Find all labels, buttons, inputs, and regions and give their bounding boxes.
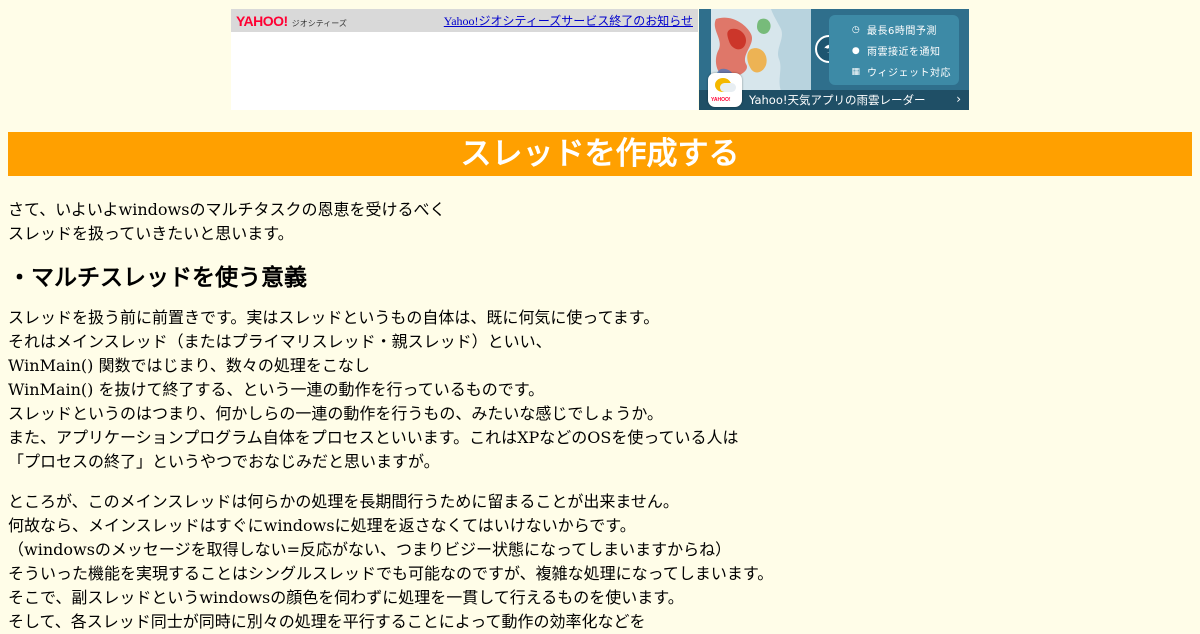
text-line: さて、いよいよwindowsのマルチタスクの恩恵を受けるべく [8, 200, 446, 219]
feature-widget: ▦ ウィジェット対応 [829, 61, 959, 82]
feature-label: ウィジェット対応 [867, 68, 951, 79]
section-paragraph-2: ところが、このメインスレッドは何らかの処理を長期間行うために留まることが出来ませ… [8, 490, 1192, 634]
text-line: 「プロセスの終了」というやつでおなじみだと思いますが。 [8, 452, 440, 471]
cloud-icon [720, 83, 736, 92]
section-heading: ・マルチスレッドを使う意義 [8, 265, 307, 291]
map-pin-icon: ● [851, 45, 861, 56]
text-line: スレッドを扱っていきたいと思います。 [8, 224, 294, 243]
yahoo-weather-app-icon: YAHOO! [708, 73, 742, 107]
weather-ad-footer-text: Yahoo!天気アプリの雨雲レーダー [749, 93, 926, 107]
section-paragraph-1: スレッドを扱う前に前置きです。実はスレッドというもの自体は、既に何気に使ってます… [8, 306, 1192, 474]
chevron-right-icon: › [956, 92, 961, 106]
text-line: ところが、このメインスレッドは何らかの処理を長期間行うために留まることが出来ませ… [8, 492, 679, 511]
text-line: 何故なら、メインスレッドはすぐにwindowsに処理を返さなくてはいけないからで… [8, 516, 636, 535]
geocities-notice-frame: YAHOO! ジオシティーズ Yahoo!ジオシティーズサービス終了のお知らせ [231, 9, 698, 110]
text-line: スレッドというのはつまり、何かしらの一連の動作を行うもの、みたいな感じでしょうか… [8, 404, 664, 423]
feature-label: 最長6時間予測 [867, 26, 937, 37]
geocities-logo[interactable]: YAHOO! ジオシティーズ [236, 13, 347, 29]
geocities-bar: YAHOO! ジオシティーズ Yahoo!ジオシティーズサービス終了のお知らせ [231, 9, 698, 32]
text-line: WinMain() 関数ではじまり、数々の処理をこなし [8, 356, 370, 375]
text-line: それはメインスレッド（またはプライマリスレッド・親スレッド）といい、 [8, 332, 552, 351]
text-line: そして、各スレッド同士が同時に別々の処理を平行することによって動作の効率化などを [8, 612, 646, 631]
feature-notify: ● 雨雲接近を通知 [829, 40, 959, 61]
weather-feature-list: ◷ 最長6時間予測 ● 雨雲接近を通知 ▦ ウィジェット対応 [829, 15, 959, 85]
text-line: また、アプリケーションプログラム自体をプロセスといいます。これはXPなどのOSを… [8, 428, 739, 447]
geocities-logo-text: ジオシティーズ [291, 18, 347, 28]
intro-paragraph: さて、いよいよwindowsのマルチタスクの恩恵を受けるべく スレッドを扱ってい… [8, 198, 1192, 246]
text-line: そこで、副スレッドというwindowsの顔色を伺わずに処理を一貫して行えるものを… [8, 588, 684, 607]
yahoo-logo-text: YAHOO! [236, 12, 288, 29]
feature-label: 雨雲接近を通知 [867, 47, 941, 58]
page-title: スレッドを作成する [8, 132, 1192, 176]
text-line: スレッドを扱う前に前置きです。実はスレッドというもの自体は、既に何気に使ってます… [8, 308, 660, 327]
top-banner: YAHOO! ジオシティーズ Yahoo!ジオシティーズサービス終了のお知らせ … [231, 9, 969, 110]
text-line: （windowsのメッセージを取得しない=反応がない、つまりビジー状態になってし… [8, 540, 732, 559]
app-icon-label: YAHOO! [711, 97, 731, 103]
weather-app-ad[interactable]: ☂ ◷ 最長6時間予測 ● 雨雲接近を通知 ▦ ウィジェット対応 Yahoo!天… [699, 9, 969, 110]
service-end-notice-link[interactable]: Yahoo!ジオシティーズサービス終了のお知らせ [444, 12, 693, 29]
text-line: そういった機能を実現することはシングルスレッドでも可能なのですが、複雑な処理にな… [8, 564, 774, 583]
text-line: WinMain() を抜けて終了する、という一連の動作を行っているものです。 [8, 380, 545, 399]
clock-icon: ◷ [851, 24, 861, 35]
feature-forecast: ◷ 最長6時間予測 [829, 19, 959, 40]
widget-grid-icon: ▦ [851, 66, 861, 77]
article-content: さて、いよいよwindowsのマルチタスクの恩恵を受けるべく スレッドを扱ってい… [8, 198, 1192, 634]
